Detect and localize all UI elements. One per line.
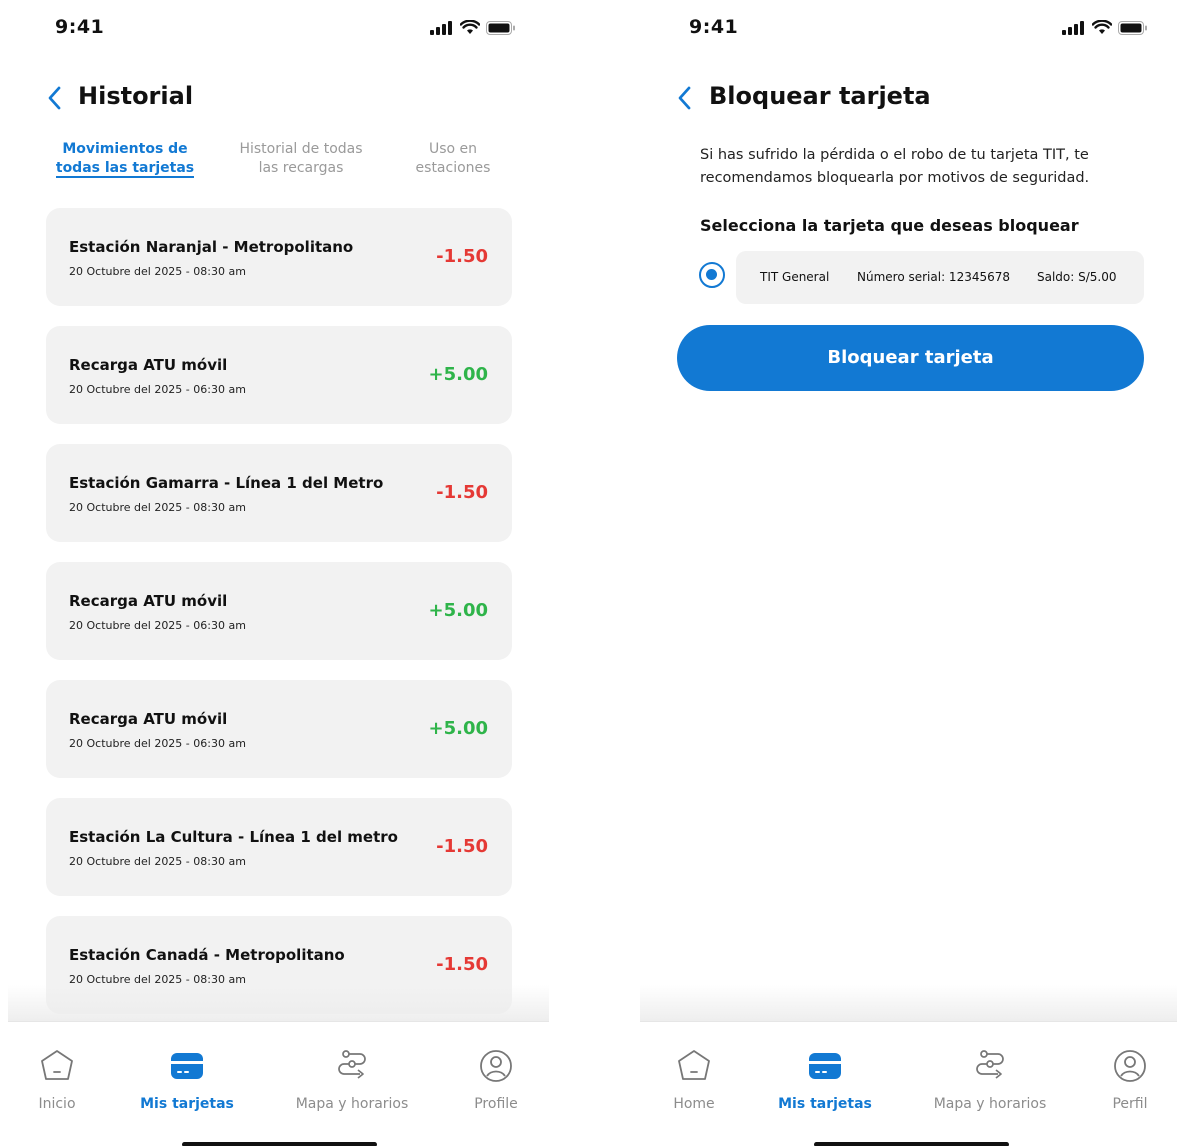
home-icon [41,1050,73,1080]
tab-label-line2: todas las tarjetas [55,160,195,178]
wifi-icon [1092,20,1112,34]
page-title: Bloquear tarjeta [709,82,931,110]
history-screen: 9:41 Historial Movimientos de todas las … [8,0,549,1146]
tab-label-line1: Movimientos de [62,141,188,157]
nav-item-profile[interactable]: Perfil [1070,1048,1177,1112]
nav-label-home: Inicio [38,1096,76,1112]
nav-label-profile: Perfil [1112,1096,1148,1112]
scroll-fade [640,985,1177,1021]
nav-item-map-schedules[interactable]: Mapa y horarios [930,1048,1050,1112]
back-chevron-icon[interactable] [674,84,696,112]
home-icon [678,1050,710,1080]
movement-date: 20 Octubre del 2025 - 06:30 am [69,619,246,632]
tab-label-line1: Uso en [428,141,478,157]
nav-item-profile[interactable]: Profile [436,1048,549,1112]
nav-label-home: Home [673,1096,715,1112]
movement-date: 20 Octubre del 2025 - 08:30 am [69,501,246,514]
nav-label-my-cards: Mis tarjetas [778,1096,872,1112]
movement-card[interactable]: Estación Naranjal - Metropolitano 20 Oct… [46,208,512,306]
movement-amount: -1.50 [436,836,488,857]
movement-date: 20 Octubre del 2025 - 06:30 am [69,737,246,750]
card-option-balance: Saldo: S/5.00 [1037,270,1117,284]
scroll-fade [8,985,549,1021]
back-chevron-icon[interactable] [44,84,66,112]
history-tabs: Movimientos de todas las tarjetas Histor… [38,140,518,184]
nav-label-my-cards: Mis tarjetas [140,1096,234,1112]
status-bar: 9:41 [8,14,549,44]
home-indicator[interactable] [814,1142,1009,1146]
movement-date: 20 Octubre del 2025 - 06:30 am [69,383,246,396]
status-time: 9:41 [55,16,105,38]
nav-label-profile: Profile [474,1096,518,1112]
movement-card[interactable]: Recarga ATU móvil 20 Octubre del 2025 - … [46,562,512,660]
tab-label-line1: Historial de todas [239,141,363,157]
block-card-button[interactable]: Bloquear tarjeta [677,325,1144,391]
nav-item-my-cards[interactable]: Mis tarjetas [765,1048,885,1112]
tab-all-card-movements[interactable]: Movimientos de todas las tarjetas [50,140,200,178]
nav-item-my-cards[interactable]: Mis tarjetas [127,1048,247,1112]
movement-date: 20 Octubre del 2025 - 08:30 am [69,265,246,278]
credit-card-icon [809,1053,841,1079]
radio-selected-dot [706,269,717,280]
movement-amount: +5.00 [428,600,489,621]
nav-label-map-schedules: Mapa y horarios [295,1096,409,1112]
tab-all-recharges[interactable]: Historial de todas las recargas [226,140,376,178]
battery-icon [486,20,515,35]
movement-amount: -1.50 [436,482,488,503]
movement-amount: +5.00 [428,718,489,739]
route-icon [338,1050,366,1079]
movement-title: Estación La Cultura - Línea 1 del metro [69,828,398,846]
card-option-serial: Número serial: 12345678 [857,270,1011,284]
card-option-name: TIT General [760,270,830,284]
status-icons [1062,20,1148,35]
home-indicator[interactable] [182,1142,377,1146]
movement-title: Recarga ATU móvil [69,356,228,374]
movement-amount: -1.50 [436,246,488,267]
card-option-tit-general[interactable]: TIT General Número serial: 12345678 Sald… [736,251,1144,304]
status-time: 9:41 [689,16,739,38]
movement-title: Estación Naranjal - Metropolitano [69,238,354,256]
cellular-signal-icon [430,20,452,35]
route-icon [976,1050,1004,1079]
select-card-label: Selecciona la tarjeta que deseas bloquea… [700,216,1079,235]
movement-amount: +5.00 [428,364,489,385]
status-icons [430,20,516,35]
cellular-signal-icon [1062,20,1084,35]
page-header: Bloquear tarjeta [640,80,1177,116]
profile-icon [1114,1050,1146,1082]
movement-card[interactable]: Estación La Cultura - Línea 1 del metro … [46,798,512,896]
nav-item-home[interactable]: Home [640,1048,754,1112]
bottom-nav: Inicio Mis tarjetas Mapa y horarios Prof… [8,1021,549,1146]
page-title: Historial [78,82,194,110]
block-card-screen: 9:41 Bloquear tarjeta Si has sufrido la … [640,0,1177,1146]
movement-title: Recarga ATU móvil [69,592,228,610]
nav-item-map-schedules[interactable]: Mapa y horarios [292,1048,412,1112]
bottom-nav: Home Mis tarjetas Mapa y horarios Perfil [640,1021,1177,1146]
movement-card[interactable]: Estación Gamarra - Línea 1 del Metro 20 … [46,444,512,542]
movement-date: 20 Octubre del 2025 - 08:30 am [69,855,246,868]
wifi-icon [460,20,480,34]
block-description: Si has sufrido la pérdida o el robo de t… [700,147,1090,186]
movement-card[interactable]: Recarga ATU móvil 20 Octubre del 2025 - … [46,326,512,424]
profile-icon [480,1050,512,1082]
nav-item-home[interactable]: Inicio [8,1048,117,1112]
card-radio-button[interactable] [699,262,725,288]
movement-amount: -1.50 [436,954,488,975]
tab-station-usage[interactable]: Uso en estaciones [378,140,528,178]
movement-title: Estación Canadá - Metropolitano [69,946,345,964]
nav-label-map-schedules: Mapa y horarios [933,1096,1047,1112]
status-bar: 9:41 [640,14,1177,44]
movement-title: Estación Gamarra - Línea 1 del Metro [69,474,384,492]
credit-card-icon [171,1053,203,1079]
tab-label-line2: estaciones [415,160,491,176]
battery-icon [1118,20,1147,35]
movement-card[interactable]: Recarga ATU móvil 20 Octubre del 2025 - … [46,680,512,778]
movement-title: Recarga ATU móvil [69,710,228,728]
tab-label-line2: las recargas [258,160,344,176]
page-header: Historial [8,80,549,116]
